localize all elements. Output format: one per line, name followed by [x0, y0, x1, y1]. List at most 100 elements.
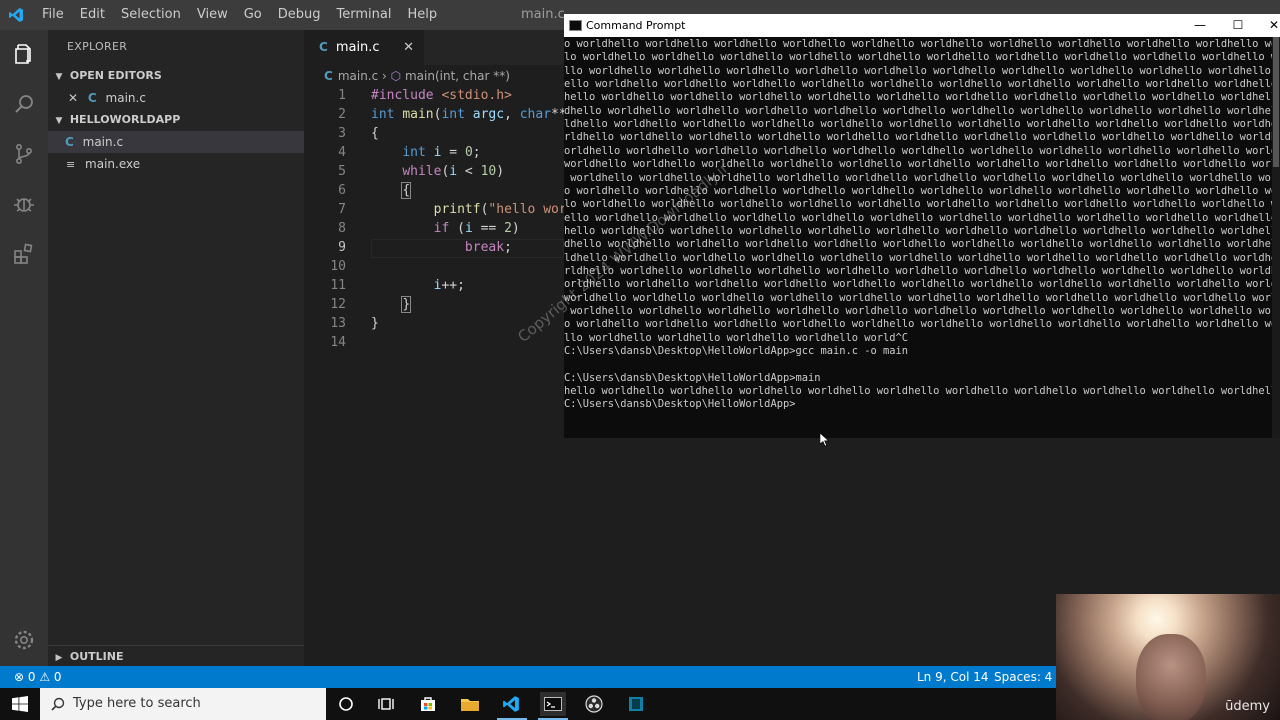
error-count: 0: [27, 670, 36, 684]
binary-file-icon: ≡: [66, 158, 76, 171]
settings-gear-icon[interactable]: [10, 626, 38, 654]
menu-item-edit[interactable]: Edit: [72, 0, 113, 30]
warning-icon: ⚠: [39, 670, 54, 684]
menu-item-selection[interactable]: Selection: [113, 0, 189, 30]
minimize-button[interactable]: —: [1180, 14, 1220, 37]
cmd-output-line: dhello worldhello worldhello worldhello …: [564, 238, 1272, 251]
tab-main-c[interactable]: Cmain.c ✕: [304, 30, 424, 65]
cmd-output-line: rldhello worldhello worldhello worldhell…: [564, 131, 1272, 144]
explorer-icon[interactable]: [10, 40, 38, 68]
cmd-output-line: C:\Users\dansb\Desktop\HelloWorldApp>: [564, 398, 796, 411]
file-name: main.c: [82, 135, 124, 149]
extensions-icon[interactable]: [10, 240, 38, 268]
code-line: if (i == 2): [433, 221, 520, 236]
c-file-icon: C: [87, 91, 97, 105]
close-button[interactable]: ✕: [1254, 14, 1280, 37]
menu-item-terminal[interactable]: Terminal: [329, 0, 400, 30]
breadcrumb-symbol[interactable]: main(int, char **): [405, 69, 510, 83]
line-number: 1: [338, 88, 346, 103]
indentation-setting[interactable]: Spaces: 4: [994, 666, 1052, 688]
menu-bar: File Edit Selection View Go Debug Terminal Help: [34, 0, 445, 30]
menu-item-file[interactable]: File: [34, 0, 72, 30]
menu-item-help[interactable]: Help: [399, 0, 445, 30]
cmd-output-line: C:\Users\dansb\Desktop\HelloWorldApp>mai…: [564, 371, 821, 384]
search-icon[interactable]: [10, 90, 38, 118]
cmd-output[interactable]: o worldhello worldhello worldhello world…: [564, 37, 1272, 438]
cmd-output-line: ello worldhello worldhello worldhello wo…: [564, 78, 1272, 91]
line-number: 5: [338, 164, 346, 179]
source-control-icon[interactable]: [10, 140, 38, 168]
cmd-output-line: llo worldhello worldhello worldhello wor…: [564, 331, 909, 344]
terminal-icon: [569, 20, 582, 31]
menu-item-view[interactable]: View: [189, 0, 236, 30]
explorer-title: EXPLORER: [67, 40, 128, 53]
store-icon[interactable]: [416, 692, 440, 716]
c-file-icon: C: [324, 69, 333, 83]
taskbar-search-box[interactable]: Type here to search: [40, 688, 326, 720]
code-editor[interactable]: 1 2 3 4 5 6 7 8 9 10 11 12 13 14 #include <stdio.h> i…: [304, 87, 564, 666]
cmd-output-line: C:\Users\dansb\Desktop\HelloWorldApp>gcc…: [564, 345, 909, 358]
cmd-output-line: rldhello worldhello worldhello worldhell…: [564, 264, 1272, 277]
mouse-cursor-icon: [820, 433, 830, 447]
close-icon[interactable]: ✕: [68, 91, 78, 105]
cmd-title: Command Prompt: [586, 19, 686, 32]
cmd-output-line: ldhello worldhello worldhello worldhello…: [564, 118, 1272, 131]
line-number: 14: [330, 335, 346, 350]
outline-label: OUTLINE: [69, 650, 124, 663]
windows-start-icon[interactable]: [8, 692, 32, 716]
windows-taskbar: Type here to search: [0, 688, 1056, 720]
line-number: 12: [330, 297, 346, 312]
error-icon: ⊗: [14, 670, 28, 684]
cortana-icon[interactable]: [334, 692, 358, 716]
code-line: int main(int argc, char** argv): [371, 107, 564, 122]
cmd-output-line: worldhello worldhello worldhello worldhe…: [570, 305, 1272, 317]
cmd-scrollbar[interactable]: [1272, 37, 1280, 438]
code-line: }: [371, 316, 379, 331]
maximize-button[interactable]: ☐: [1218, 14, 1258, 37]
cmd-output-line: lo worldhello worldhello worldhello worl…: [564, 51, 1272, 64]
code-line: break;: [464, 240, 512, 255]
open-editor-item[interactable]: ✕ C main.c: [48, 87, 304, 109]
line-number: 9: [338, 240, 346, 255]
file-item-main-exe[interactable]: ≡ main.exe: [48, 153, 304, 175]
breadcrumb-file[interactable]: main.c: [338, 69, 378, 83]
line-number: 2: [338, 107, 346, 122]
cmd-output-line: worldhello worldhello worldhello worldhe…: [564, 158, 1272, 171]
vscode-taskbar-icon[interactable]: [499, 692, 523, 716]
webcam-overlay: ūdemy: [1056, 594, 1280, 720]
scrollbar-thumb[interactable]: [1273, 37, 1279, 167]
cmd-output-line: o worldhello worldhello worldhello world…: [564, 38, 1272, 50]
line-number: 11: [330, 278, 346, 293]
search-icon: [51, 697, 65, 711]
folder-section[interactable]: ▼ HELLOWORLDAPP: [48, 109, 304, 131]
app-window-icon[interactable]: [624, 692, 648, 716]
debug-icon[interactable]: [10, 190, 38, 218]
cube-icon: ⬡: [390, 69, 405, 83]
menu-item-debug[interactable]: Debug: [270, 0, 329, 30]
line-number: 6: [338, 183, 346, 198]
code-line: {: [401, 182, 412, 199]
command-prompt-taskbar-icon[interactable]: [540, 692, 566, 716]
cmd-title-bar[interactable]: Command Prompt — ☐ ✕: [564, 14, 1280, 37]
open-editor-filename: main.c: [105, 91, 146, 105]
search-placeholder: Type here to search: [73, 696, 201, 711]
screen: File Edit Selection View Go Debug Terminal Help…: [0, 0, 1280, 720]
cmd-output-line: o worldhello worldhello worldhello world…: [564, 318, 1272, 331]
cmd-output-line: worldhello worldhello worldhello worldhe…: [564, 291, 1272, 304]
problems-indicator[interactable]: ⊗ 0 ⚠ 0: [14, 666, 62, 688]
file-explorer-icon[interactable]: [458, 692, 482, 716]
breadcrumb: Cmain.c › ⬡ main(int, char **): [304, 65, 564, 87]
chevron-down-icon: ▼: [55, 72, 63, 82]
task-view-icon[interactable]: [374, 692, 398, 716]
open-editors-section[interactable]: ▼ OPEN EDITORS: [48, 65, 304, 87]
close-icon[interactable]: ✕: [403, 30, 414, 65]
line-number: 8: [338, 221, 346, 236]
outline-section[interactable]: ▶ OUTLINE: [48, 645, 304, 667]
cursor-position[interactable]: Ln 9, Col 14: [917, 666, 989, 688]
menu-item-go[interactable]: Go: [236, 0, 270, 30]
command-prompt-window[interactable]: Command Prompt — ☐ ✕ o worldhello worldh…: [564, 14, 1280, 438]
obs-icon[interactable]: [582, 692, 606, 716]
file-item-main-c[interactable]: C main.c: [48, 131, 304, 153]
cmd-output-line: worldhello worldhello worldhello worldhe…: [570, 171, 1272, 184]
open-editors-label: OPEN EDITORS: [69, 69, 162, 82]
